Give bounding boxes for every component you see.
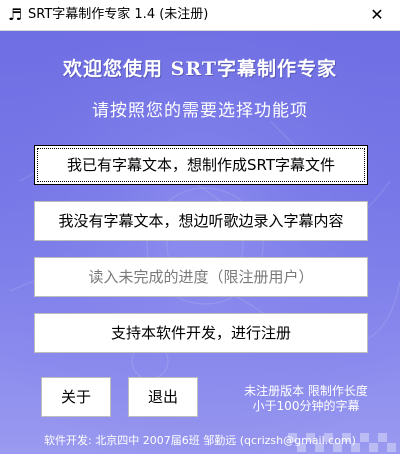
register-button[interactable]: 支持本软件开发，进行注册 xyxy=(34,313,368,353)
no-subtitle-text-button[interactable]: 我没有字幕文本，想边听歌边录入字幕内容 xyxy=(34,201,368,241)
close-button[interactable]: ✕ xyxy=(354,0,400,30)
main-panel: 欢迎您使用 SRT字幕制作专家 请按照您的需要选择功能项 我已有字幕文本，想制作… xyxy=(0,31,400,454)
window-title: SRT字幕制作专家 1.4 (未注册) xyxy=(28,7,209,22)
exit-button[interactable]: 退出 xyxy=(128,377,198,417)
developer-credit: 软件开发: 北京四中 2007届6班 邹勤远 (qcrizsh@gmail.co… xyxy=(44,434,356,447)
choose-prompt: 请按照您的需要选择功能项 xyxy=(92,101,308,121)
title-bar[interactable]: ♬ SRT字幕制作专家 1.4 (未注册) ✕ xyxy=(0,0,400,31)
load-progress-button[interactable]: 读入未完成的进度（限注册用户） xyxy=(34,257,368,297)
notice-line-2: 小于100分钟的字幕 xyxy=(252,399,360,413)
music-note-icon: ♬ xyxy=(7,5,23,24)
about-button[interactable]: 关于 xyxy=(41,377,111,417)
unregistered-notice: 未注册版本 限制作长度 小于100分钟的字幕 xyxy=(218,384,394,414)
notice-line-1: 未注册版本 限制作长度 xyxy=(244,384,368,398)
welcome-heading: 欢迎您使用 SRT字幕制作专家 xyxy=(63,58,337,80)
have-subtitle-text-button[interactable]: 我已有字幕文本，想制作成SRT字幕文件 xyxy=(34,145,368,185)
app-window: ♬ SRT字幕制作专家 1.4 (未注册) ✕ 欢迎您使用 SRT字幕制作专家 … xyxy=(0,0,400,454)
